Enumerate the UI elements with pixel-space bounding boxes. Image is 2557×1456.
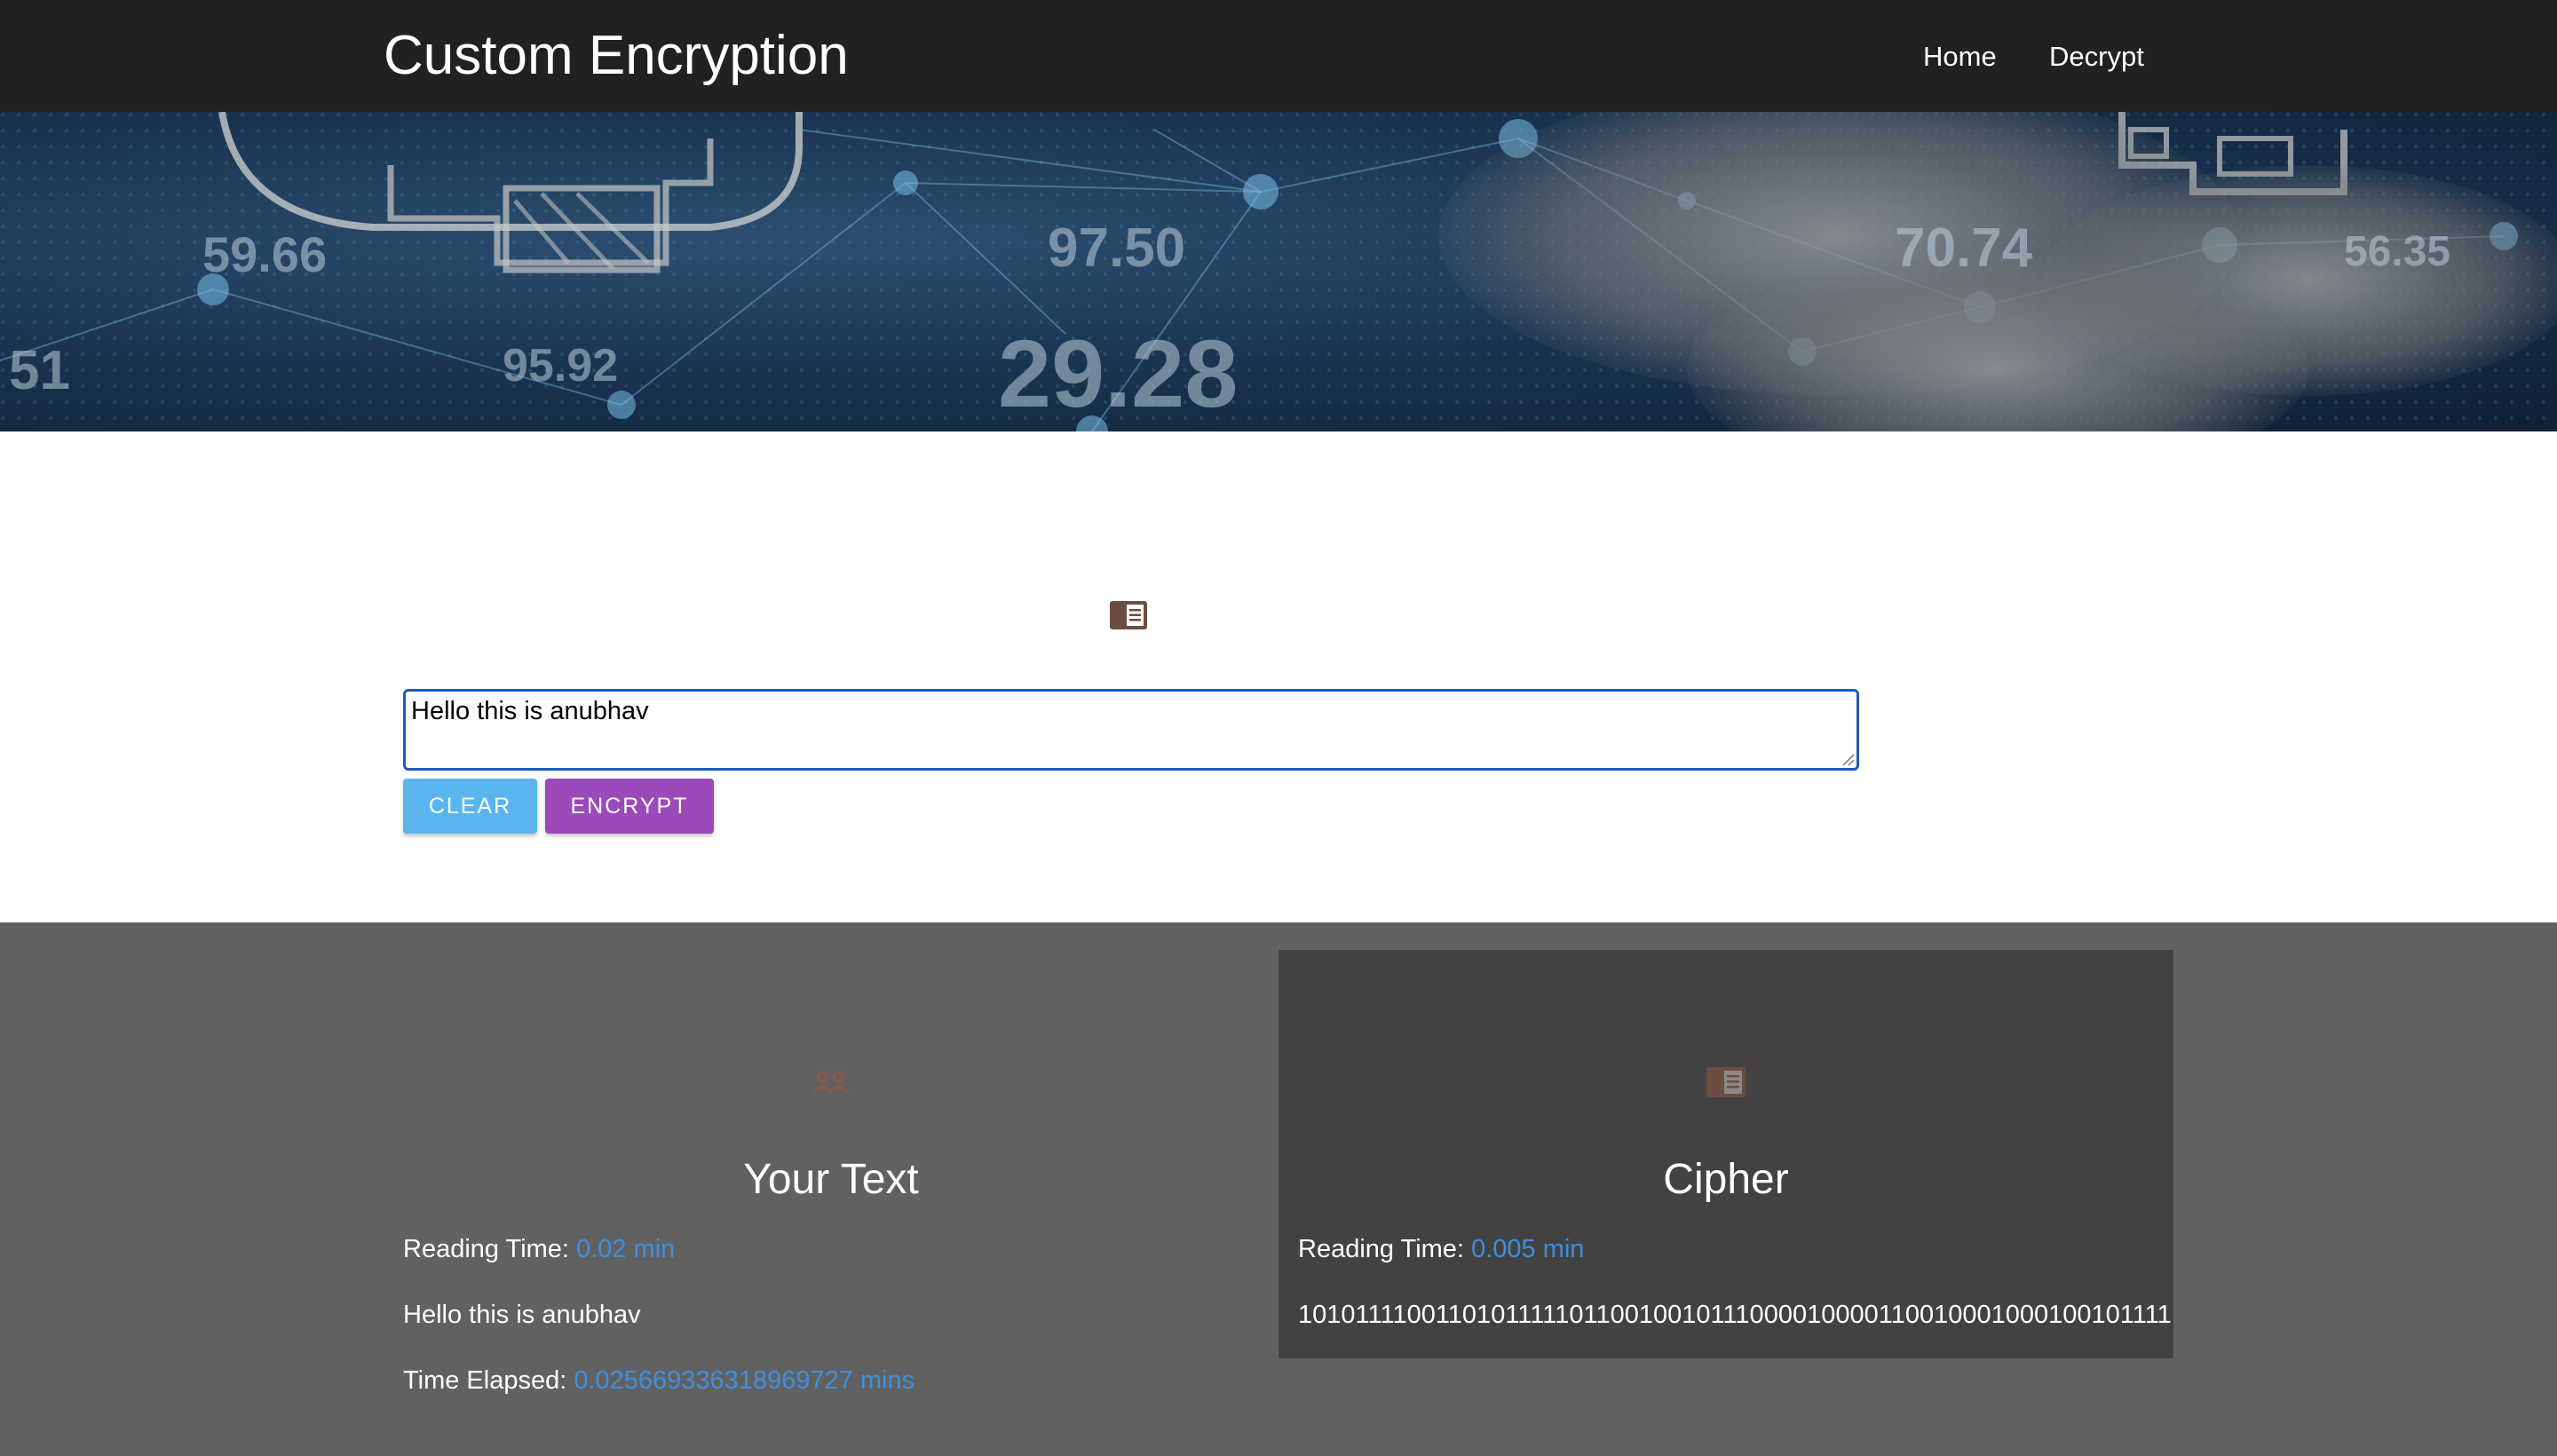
time-elapsed-value: 0.025669336318969727 mins [574, 1366, 915, 1395]
hero-number: 29.28 [998, 320, 1239, 427]
time-elapsed: Time Elapsed: 0.025669336318969727 mins [403, 1365, 914, 1397]
hero-number: 56.35 [2344, 228, 2451, 275]
hero-number: 95.92 [503, 340, 619, 392]
reading-time-value: 0.02 min [576, 1235, 676, 1263]
cipher-text: 1010111100110101111101100100101110000100… [1298, 1301, 2172, 1329]
cipher-card: Cipher Reading Time: 0.005 min 101011110… [1278, 950, 2173, 1358]
nav-link-home[interactable]: Home [1923, 39, 1997, 75]
hero-number: 51 [9, 340, 70, 401]
cipher-reading-time: Reading Time: 0.005 min [1298, 1233, 1584, 1265]
resize-handle-icon[interactable] [1841, 752, 1855, 766]
reading-time-label: Reading Time: [1298, 1235, 1464, 1263]
cipher-title: Cipher [1663, 1156, 1789, 1203]
brand-logo[interactable]: Custom Encryption [384, 23, 849, 89]
your-text-reading-time: Reading Time: 0.02 min [403, 1233, 675, 1265]
document-icon [1706, 1066, 1746, 1098]
reading-time-label: Reading Time: [403, 1235, 569, 1263]
nav-link-decrypt[interactable]: Decrypt [2049, 39, 2144, 75]
text-input-value[interactable]: Hello this is anubhav [411, 697, 649, 726]
time-elapsed-label: Time Elapsed: [403, 1366, 567, 1395]
hero-number: 97.50 [1048, 218, 1186, 279]
your-text-title: Your Text [743, 1156, 919, 1203]
hero-banner: 59.66 97.50 70.74 56.35 51 95.92 29.28 [0, 112, 2557, 431]
people-icon [810, 1066, 851, 1098]
clear-button[interactable]: CLEAR [403, 779, 537, 834]
hero-number: 59.66 [202, 226, 328, 282]
results-section: Your Text Reading Time: 0.02 min Hello t… [0, 922, 2557, 1456]
page: Custom Encryption Home Decrypt 59.66 97.… [0, 0, 2557, 1456]
reading-time-value: 0.005 min [1471, 1235, 1585, 1263]
document-icon [1109, 600, 1148, 630]
navbar: Custom Encryption Home Decrypt [0, 0, 2557, 112]
encrypt-button[interactable]: ENCRYPT [545, 779, 714, 834]
hero-number: 70.74 [1895, 218, 2033, 279]
your-text-content: Hello this is anubhav [403, 1301, 641, 1329]
text-input[interactable]: Hello this is anubhav [403, 689, 1859, 771]
